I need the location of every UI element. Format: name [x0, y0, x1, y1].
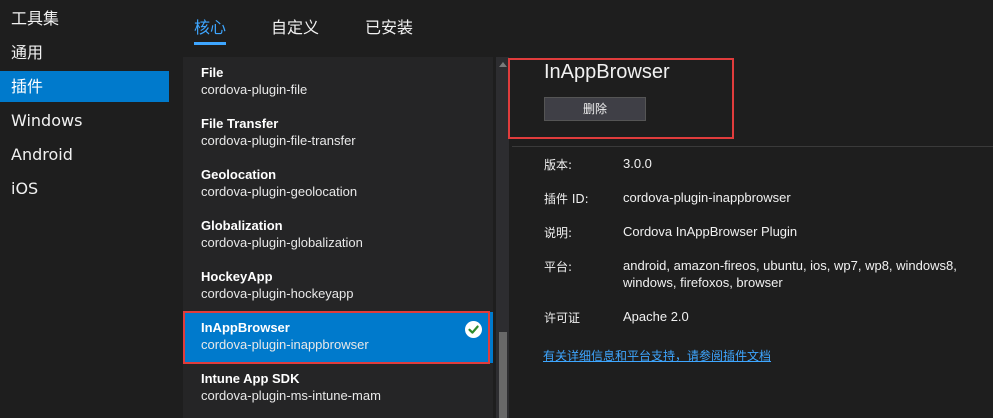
plugin-list-item[interactable]: HockeyApp cordova-plugin-hockeyapp [183, 261, 493, 312]
plugin-id: cordova-plugin-file-transfer [201, 133, 356, 148]
tab-core[interactable]: 核心 [194, 17, 226, 39]
plugin-list-item[interactable]: Intune App SDK cordova-plugin-ms-intune-… [183, 363, 493, 414]
plugin-list-item[interactable]: Geolocation cordova-plugin-geolocation [183, 159, 493, 210]
plugin-name: File Transfer [201, 116, 279, 131]
plugin-id-label: 插件 ID: [544, 192, 589, 206]
platforms-value: android, amazon-fireos, ubuntu, ios, wp7… [623, 258, 957, 273]
plugin-id: cordova-plugin-inappbrowser [201, 337, 369, 352]
plugin-name: InAppBrowser [201, 320, 290, 335]
tab-installed[interactable]: 已安装 [365, 17, 413, 39]
plugin-name: Globalization [201, 218, 283, 233]
plugin-id: cordova-plugin-globalization [201, 235, 363, 250]
version-label: 版本: [544, 158, 573, 172]
installed-check-icon [465, 321, 482, 338]
license-label: 许可证 [544, 311, 581, 325]
plugin-detail-title: InAppBrowser [544, 61, 670, 83]
plugin-name: HockeyApp [201, 269, 273, 284]
documentation-link[interactable]: 有关详细信息和平台支持，请参阅插件文档 [543, 347, 771, 364]
scrollbar-thumb[interactable] [499, 332, 507, 418]
plugin-name: File [201, 65, 224, 80]
plugin-list-item-selected[interactable]: InAppBrowser cordova-plugin-inappbrowser [183, 312, 493, 363]
plugin-list: File cordova-plugin-file File Transfer c… [183, 57, 493, 418]
platforms-label: 平台: [544, 260, 573, 274]
license-value: Apache 2.0 [623, 309, 689, 324]
plugin-id: cordova-plugin-ms-intune-mam [201, 388, 381, 403]
sidebar-item-plugins[interactable]: 插件 [0, 71, 169, 102]
plugin-id-value: cordova-plugin-inappbrowser [623, 190, 791, 205]
scroll-up-arrow-icon[interactable] [499, 62, 507, 67]
description-label: 说明: [544, 226, 573, 240]
tab-custom[interactable]: 自定义 [271, 17, 319, 39]
plugin-list-item[interactable]: Globalization cordova-plugin-globalizati… [183, 210, 493, 261]
sidebar-item-windows[interactable]: Windows [0, 105, 169, 136]
plugin-name: Intune App SDK [201, 371, 300, 386]
plugin-list-item[interactable]: File Transfer cordova-plugin-file-transf… [183, 108, 493, 159]
plugin-name: Geolocation [201, 167, 277, 182]
sidebar-item-android[interactable]: Android [0, 139, 169, 170]
platforms-value-continued: windows, firefoxos, browser [623, 275, 783, 290]
plugin-id: cordova-plugin-hockeyapp [201, 286, 354, 301]
sidebar-item-ios[interactable]: iOS [0, 173, 169, 204]
plugin-id: cordova-plugin-geolocation [201, 184, 358, 199]
delete-button[interactable]: 删除 [544, 97, 646, 121]
plugin-list-item[interactable]: File cordova-plugin-file [183, 57, 493, 108]
description-value: Cordova InAppBrowser Plugin [623, 224, 798, 239]
detail-divider [512, 146, 993, 147]
version-value: 3.0.0 [623, 156, 652, 171]
sidebar-item-toolsets[interactable]: 工具集 [0, 3, 169, 34]
plugin-id: cordova-plugin-file [201, 82, 308, 97]
sidebar: 工具集 通用 插件 Windows Android iOS [0, 0, 169, 418]
sidebar-item-general[interactable]: 通用 [0, 37, 169, 68]
tab-active-indicator [194, 42, 226, 45]
